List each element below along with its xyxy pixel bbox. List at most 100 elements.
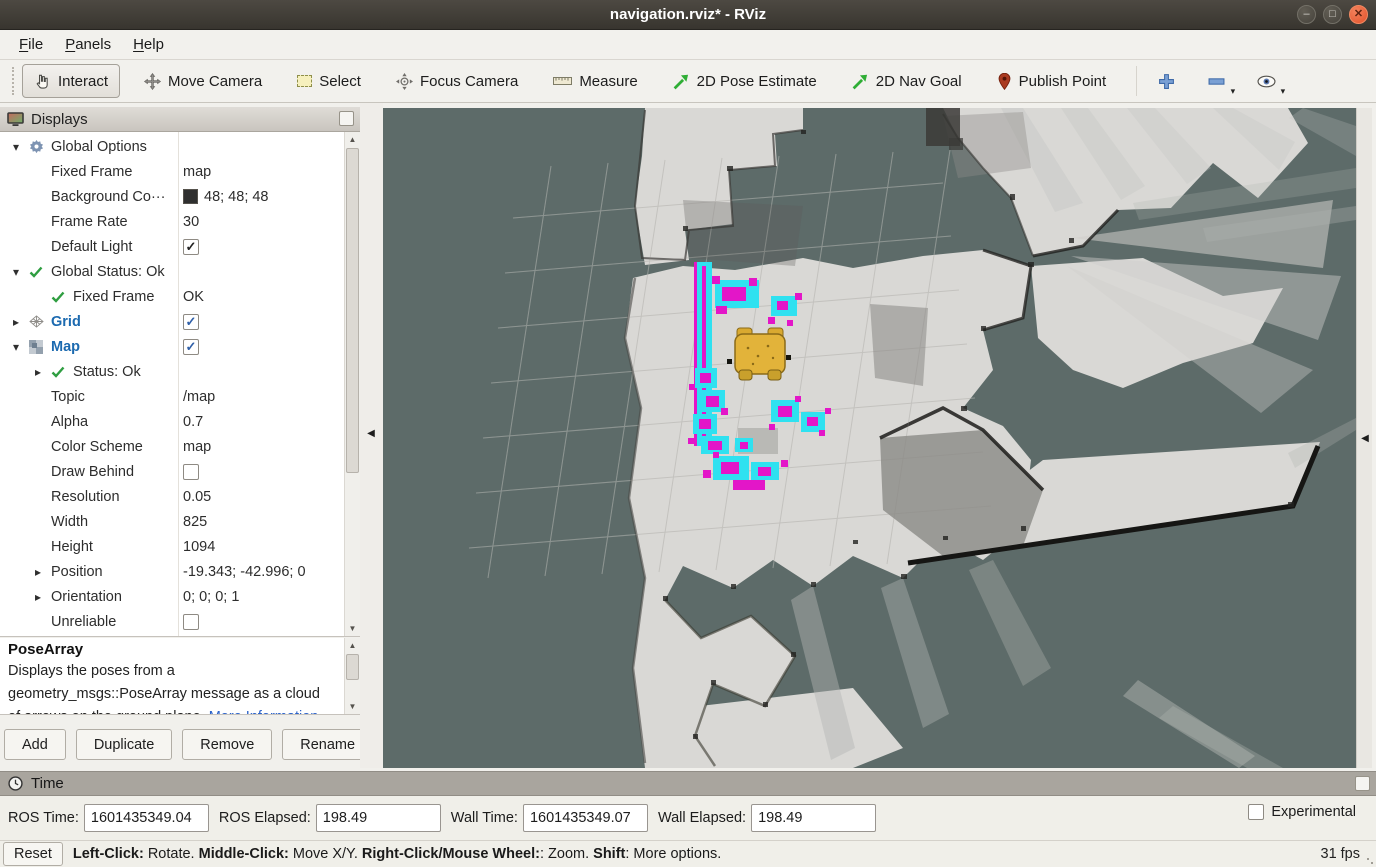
checkbox[interactable]: ✓ [183, 314, 199, 330]
scroll-up-icon[interactable]: ▲ [345, 638, 360, 653]
publish-point-pin-icon [997, 73, 1012, 90]
tool-visibility-button[interactable]: ▾ [1251, 64, 1281, 98]
checkbox[interactable] [183, 614, 199, 630]
reset-button[interactable]: Reset [3, 842, 63, 866]
tree-row-value: -19.343; -42.996; 0 [183, 564, 306, 580]
tree-row-global-options[interactable]: ▾Global Options [0, 134, 343, 159]
time-panel-header[interactable]: Time [0, 771, 1376, 796]
maximize-button[interactable]: □ [1323, 5, 1342, 24]
tree-row-value: map [183, 439, 211, 455]
tool-2d-nav-goal[interactable]: 2D Nav Goal [841, 64, 973, 98]
checkbox[interactable]: ✓ [183, 239, 199, 255]
time-field-label: ROS Elapsed: [219, 810, 311, 826]
gear-icon [29, 139, 45, 154]
expander-open-icon[interactable]: ▾ [8, 265, 24, 279]
menu-item-panels[interactable]: Panels [56, 33, 120, 56]
display-description-box: PoseArray Displays the poses from ageome… [0, 638, 360, 715]
tree-row-position[interactable]: ▸Position-19.343; -42.996; 0 [0, 559, 343, 584]
title-bar[interactable]: navigation.rviz* - RViz – □ ✕ [0, 0, 1376, 30]
remove-tool-button[interactable]: ▾ [1201, 64, 1231, 98]
views-panel-collapsed[interactable]: ◀ [1356, 108, 1372, 768]
toolbar-grip-handle[interactable] [12, 67, 16, 95]
tree-row-label: Background Co··· [51, 189, 165, 205]
tree-row-fixed-frame[interactable]: Fixed Framemap [0, 159, 343, 184]
expander-open-icon[interactable]: ▾ [8, 140, 24, 154]
window-controls: – □ ✕ [1297, 5, 1368, 24]
add-button[interactable]: Add [4, 729, 66, 760]
time-field-input-ros-elapsed[interactable] [316, 804, 441, 832]
tree-row-resolution[interactable]: Resolution0.05 [0, 484, 343, 509]
expander-open-icon[interactable]: ▾ [8, 340, 24, 354]
tool-buttons: Interact Move Camera Select Focus Camera Mea… [22, 64, 1130, 98]
time-field-ros-time: ROS Time: [8, 804, 209, 832]
tree-row-topic[interactable]: Topic/map [0, 384, 343, 409]
tree-scrollbar-thumb[interactable] [346, 148, 359, 473]
duplicate-button[interactable]: Duplicate [76, 729, 172, 760]
panel-splitter[interactable]: ◀ [360, 103, 383, 768]
checkbox[interactable]: ✓ [183, 339, 199, 355]
expander-closed-icon[interactable]: ▸ [8, 315, 24, 329]
description-scrollbar[interactable]: ▲ ▼ [344, 638, 360, 714]
tree-row-draw-behind[interactable]: Draw Behind [0, 459, 343, 484]
time-panel-undock-button[interactable] [1355, 776, 1370, 791]
experimental-checkbox[interactable] [1248, 804, 1264, 820]
tool-publish-point[interactable]: Publish Point [986, 64, 1118, 98]
status-ok-icon [29, 266, 45, 278]
menu-item-file[interactable]: File [10, 33, 52, 56]
time-field-input-wall-time[interactable] [523, 804, 648, 832]
tree-row-map[interactable]: ▾ Map ✓ [0, 334, 343, 359]
description-scrollbar-thumb[interactable] [346, 654, 359, 680]
resize-grip[interactable] [1366, 857, 1374, 865]
collapse-right-icon[interactable]: ◀ [1358, 430, 1372, 448]
collapse-left-icon[interactable]: ◀ [364, 425, 378, 443]
tree-row-height[interactable]: Height1094 [0, 534, 343, 559]
tool-measure[interactable]: Measure [542, 64, 648, 98]
pose-estimate-arrow-icon [673, 73, 690, 90]
tool-focus-camera[interactable]: Focus Camera [385, 64, 529, 98]
tree-row-frame-rate[interactable]: Frame Rate30 [0, 209, 343, 234]
checkbox[interactable] [183, 464, 199, 480]
tool-2d-pose-estimate[interactable]: 2D Pose Estimate [662, 64, 828, 98]
tree-row-status-ok[interactable]: ▸Status: Ok [0, 359, 343, 384]
tree-row-orientation[interactable]: ▸Orientation0; 0; 0; 1 [0, 584, 343, 609]
tree-row-fixed-frame[interactable]: Fixed FrameOK [0, 284, 343, 309]
remove-button[interactable]: Remove [182, 729, 272, 760]
time-field-input-wall-elapsed[interactable] [751, 804, 876, 832]
tree-row-grid[interactable]: ▸Grid✓ [0, 309, 343, 334]
tree-scrollbar[interactable]: ▲ ▼ [344, 132, 360, 636]
tree-row-width[interactable]: Width825 [0, 509, 343, 534]
expander-closed-icon[interactable]: ▸ [30, 590, 46, 604]
expander-closed-icon[interactable]: ▸ [30, 365, 46, 379]
tree-row-color-scheme[interactable]: Color Schememap [0, 434, 343, 459]
tool-move-camera[interactable]: Move Camera [133, 64, 273, 98]
tree-row-default-light[interactable]: Default Light✓ [0, 234, 343, 259]
scroll-down-icon[interactable]: ▼ [345, 699, 360, 714]
focus-crosshair-icon [396, 73, 413, 90]
add-tool-button[interactable] [1151, 64, 1181, 98]
dropdown-arrow-icon[interactable]: ▾ [1281, 86, 1286, 97]
tree-row-background-co[interactable]: Background Co···48; 48; 48 [0, 184, 343, 209]
menu-item-help[interactable]: Help [124, 33, 173, 56]
tool-select[interactable]: Select [286, 64, 372, 98]
tree-row-unreliable[interactable]: Unreliable [0, 609, 343, 634]
tree-row-label: Map [51, 339, 80, 355]
scroll-down-icon[interactable]: ▼ [345, 621, 360, 636]
close-button[interactable]: ✕ [1349, 5, 1368, 24]
more-information-link[interactable]: More Information. [209, 709, 323, 715]
displays-panel-undock-button[interactable] [339, 111, 354, 126]
tree-row-global-status-ok[interactable]: ▾Global Status: Ok [0, 259, 343, 284]
scroll-up-icon[interactable]: ▲ [345, 132, 360, 147]
displays-panel-header[interactable]: Displays [0, 107, 360, 132]
tool-interact[interactable]: Interact [22, 64, 120, 98]
clock-icon [8, 776, 23, 791]
expander-closed-icon[interactable]: ▸ [30, 565, 46, 579]
dropdown-arrow-icon[interactable]: ▾ [1231, 86, 1236, 97]
render-viewport-3d[interactable] [383, 108, 1356, 768]
status-bar: Reset Left-Click: Rotate. Middle-Click: … [0, 840, 1376, 867]
tree-row-value [183, 614, 199, 630]
time-field-input-ros-time[interactable] [84, 804, 209, 832]
measure-ruler-icon [553, 75, 572, 87]
minimize-button[interactable]: – [1297, 5, 1316, 24]
time-field-wall-time: Wall Time: [451, 804, 648, 832]
tree-row-alpha[interactable]: Alpha0.7 [0, 409, 343, 434]
